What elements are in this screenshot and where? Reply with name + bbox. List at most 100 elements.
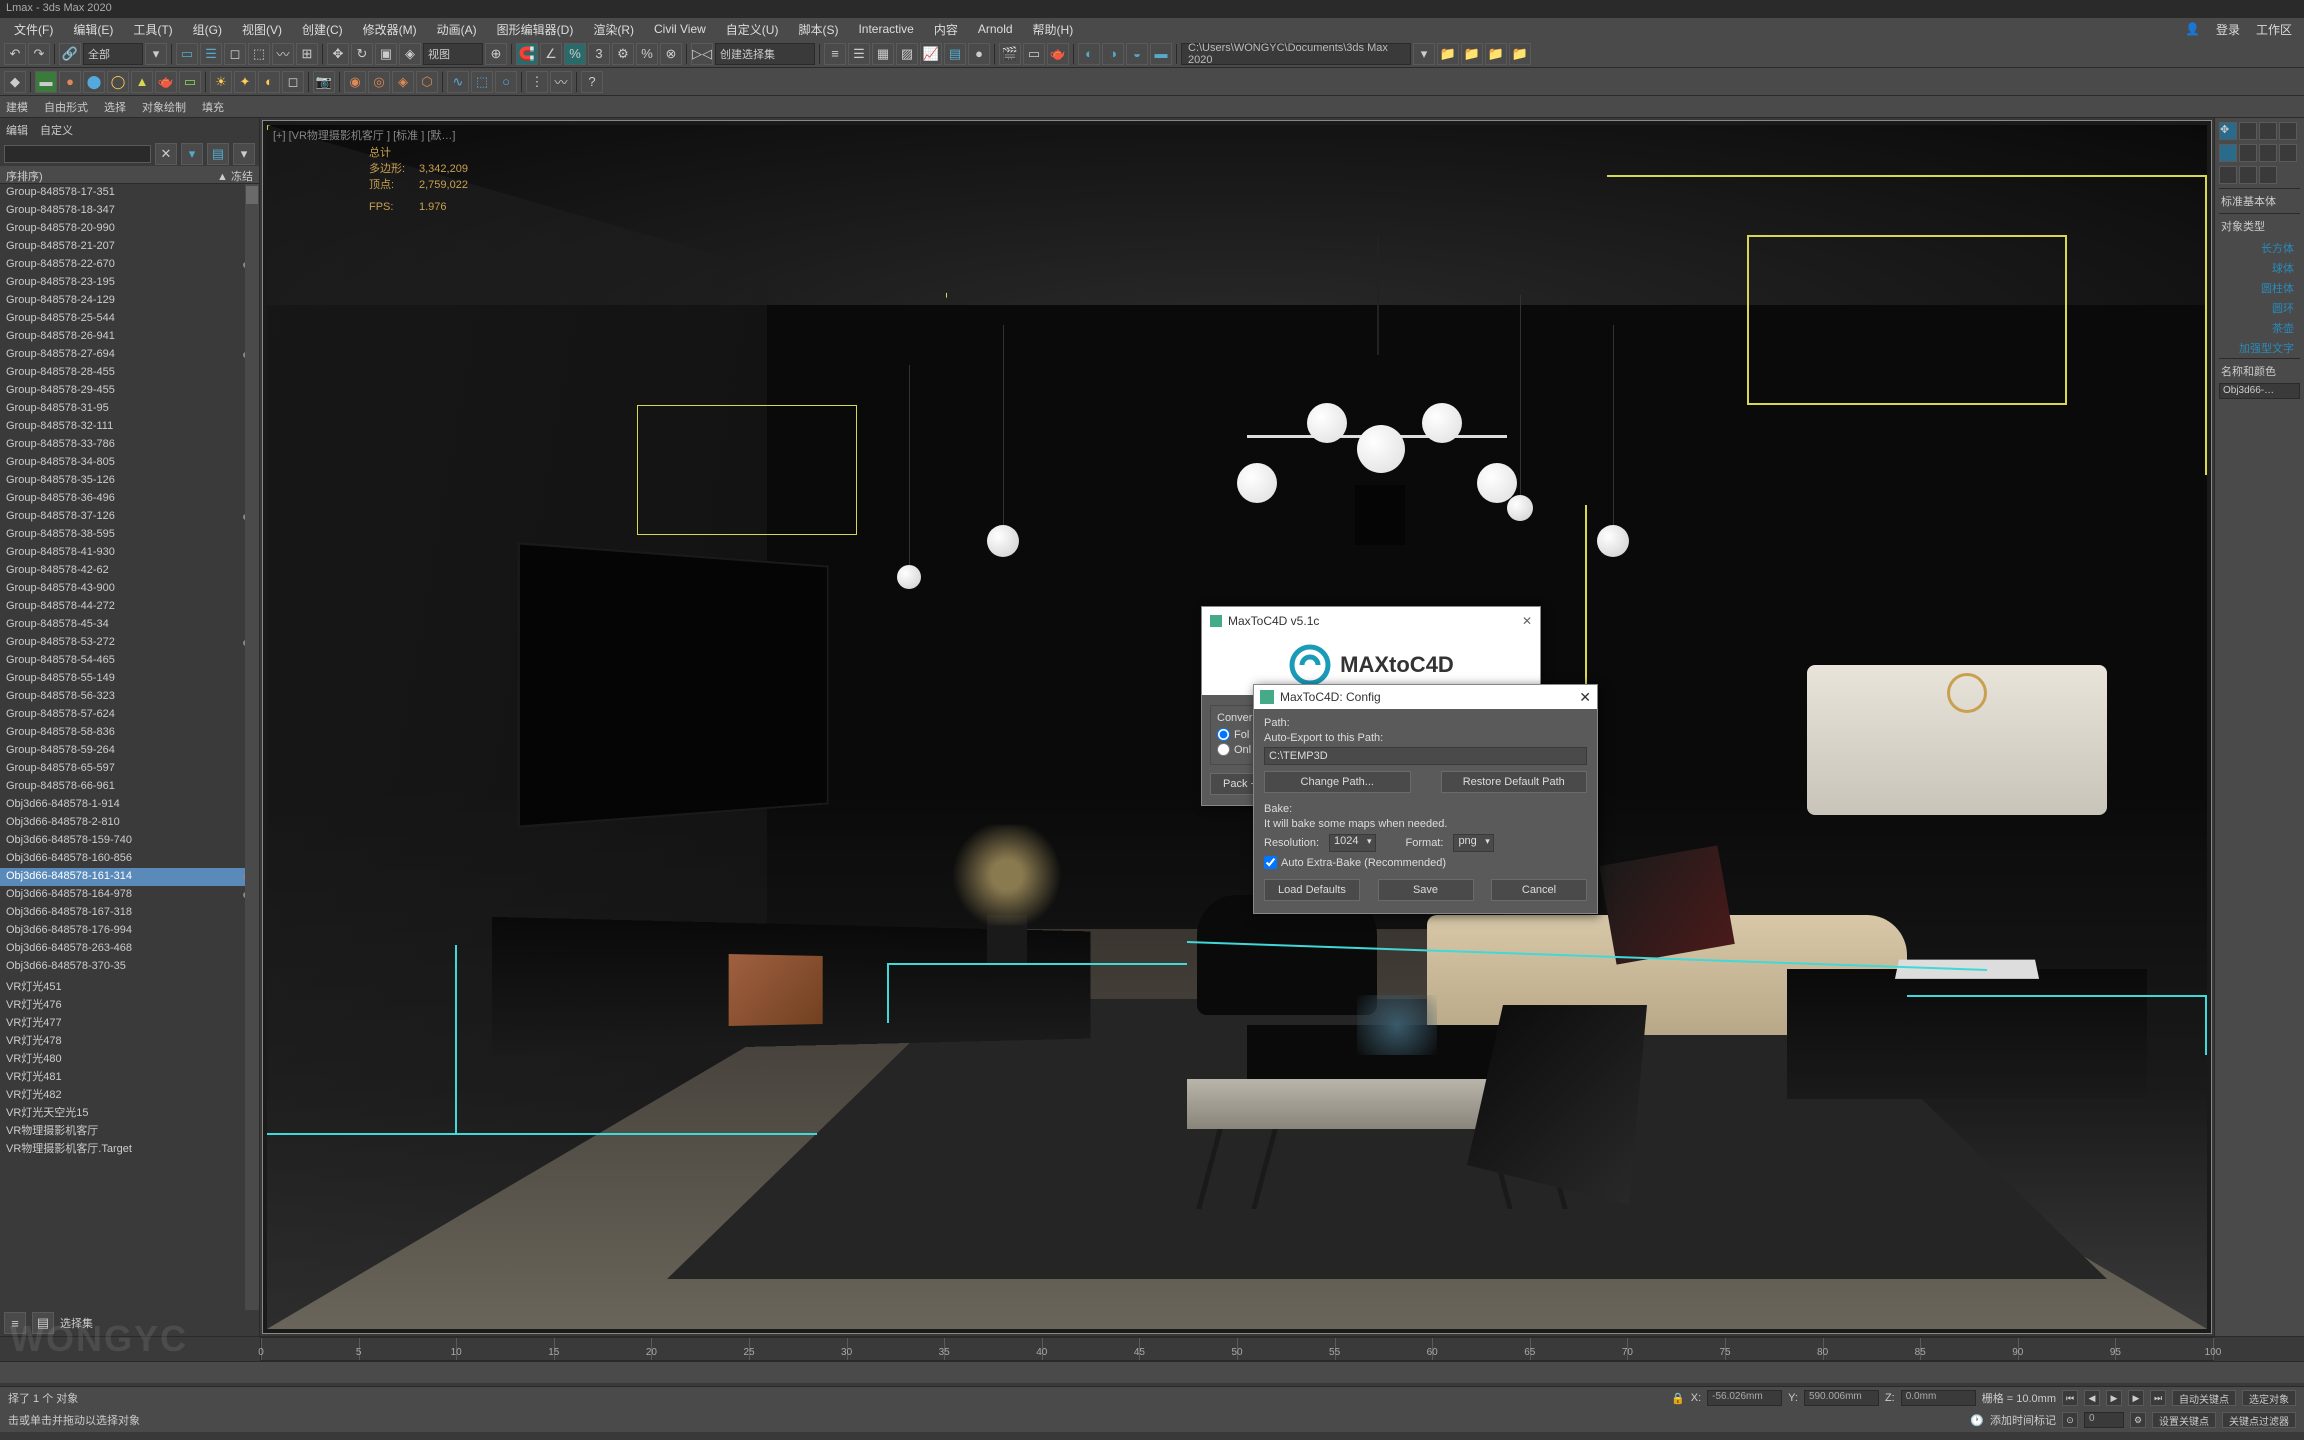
list-item[interactable]: VR灯光451 xyxy=(0,976,259,994)
search-input[interactable] xyxy=(4,145,151,163)
save-button[interactable]: Save xyxy=(1378,879,1474,901)
folder-4-button[interactable]: 📁 xyxy=(1509,43,1531,65)
cat-cameras-icon[interactable] xyxy=(2279,144,2297,162)
list-item[interactable]: Group-848578-57-624 xyxy=(0,706,259,724)
list-item[interactable]: Obj3d66-848578-161-314 xyxy=(0,868,259,886)
list-item[interactable]: Group-848578-65-597 xyxy=(0,760,259,778)
folder-2-button[interactable]: 📁 xyxy=(1461,43,1483,65)
rotate-button[interactable]: ↻ xyxy=(351,43,373,65)
list-item[interactable]: Group-848578-31-95 xyxy=(0,400,259,418)
restore-path-button[interactable]: Restore Default Path xyxy=(1441,771,1588,793)
window-crossing-button[interactable]: ⊞ xyxy=(296,43,318,65)
folder-3-button[interactable]: 📁 xyxy=(1485,43,1507,65)
add-time-tag[interactable]: 添加时间标记 xyxy=(1990,1412,2056,1428)
name-color-header[interactable]: 名称和颜色 xyxy=(2219,358,2300,383)
select-object-button[interactable]: ▭ xyxy=(176,43,198,65)
filter-1-icon[interactable]: ▾ xyxy=(181,143,203,165)
list-item[interactable]: Obj3d66-848578-370-35 xyxy=(0,958,259,976)
list-item[interactable]: Group-848578-23-195 xyxy=(0,274,259,292)
load-defaults-button[interactable]: Load Defaults xyxy=(1264,879,1360,901)
play-icon[interactable]: ▶ xyxy=(2106,1390,2122,1406)
helper-2-button[interactable]: ◎ xyxy=(368,71,390,93)
list-item[interactable]: Group-848578-35-126 xyxy=(0,472,259,490)
filter-3-icon[interactable]: ▾ xyxy=(233,143,255,165)
ribbon-freeform[interactable]: 自由形式 xyxy=(44,99,88,115)
list-item[interactable]: Group-848578-26-941 xyxy=(0,328,259,346)
prim-torus-button[interactable]: ◯ xyxy=(107,71,129,93)
list-item[interactable]: Obj3d66-848578-167-318 xyxy=(0,904,259,922)
ribbon-selection[interactable]: 选择 xyxy=(104,99,126,115)
prim-box-button[interactable]: ▬ xyxy=(35,71,57,93)
render-button[interactable]: 🫖 xyxy=(1047,43,1069,65)
axis-button[interactable]: ⊗ xyxy=(660,43,682,65)
select-rect-button[interactable]: ◻ xyxy=(224,43,246,65)
goto-end-icon[interactable]: ⏭ xyxy=(2150,1390,2166,1406)
modify-tab-icon[interactable] xyxy=(2239,122,2257,140)
menu-tools[interactable]: 工具(T) xyxy=(123,18,182,41)
redo-button[interactable]: ↷ xyxy=(28,43,50,65)
list-item[interactable]: Group-848578-32-111 xyxy=(0,418,259,436)
list-item[interactable]: Group-848578-20-990 xyxy=(0,220,259,238)
filter-2-icon[interactable]: ▤ xyxy=(207,143,229,165)
type-box[interactable]: 长方体 xyxy=(2219,238,2300,258)
list-item[interactable]: Group-848578-36-496 xyxy=(0,490,259,508)
cat-geometry-icon[interactable] xyxy=(2219,144,2237,162)
list-item[interactable]: VR灯光天空光15 xyxy=(0,1102,259,1120)
list-item[interactable]: Group-848578-58-836 xyxy=(0,724,259,742)
menu-animation[interactable]: 动画(A) xyxy=(427,18,487,41)
list-item[interactable]: VR灯光481 xyxy=(0,1066,259,1084)
helper-1-button[interactable]: ◉ xyxy=(344,71,366,93)
timeline-track[interactable] xyxy=(0,1361,2304,1383)
cat-systems-icon[interactable] xyxy=(2259,166,2277,184)
selection-set-dropdown[interactable]: 创建选择集 xyxy=(715,43,815,65)
list-item[interactable]: Group-848578-54-465 xyxy=(0,652,259,670)
list-item[interactable]: Group-848578-53-272 xyxy=(0,634,259,652)
menu-interactive[interactable]: Interactive xyxy=(848,19,923,39)
column-name[interactable]: 序排序) xyxy=(6,168,43,181)
hierarchy-tab-icon[interactable] xyxy=(2259,122,2277,140)
camera-button[interactable]: 📷 xyxy=(313,71,335,93)
toggle-1-button[interactable]: ▦ xyxy=(872,43,894,65)
list-item[interactable]: VR灯光476 xyxy=(0,994,259,1012)
frame-field[interactable]: 0 xyxy=(2084,1412,2124,1428)
light-spot-button[interactable]: ✦ xyxy=(234,71,256,93)
render-frame-button[interactable]: ▭ xyxy=(1023,43,1045,65)
snap-options-button[interactable]: ⚙ xyxy=(612,43,634,65)
menu-group[interactable]: 组(G) xyxy=(183,18,232,41)
z-coord-field[interactable]: 0.0mm xyxy=(1901,1390,1976,1406)
dialog1-close-icon[interactable]: ✕ xyxy=(1522,614,1532,628)
curve-editor-button[interactable]: 📈 xyxy=(920,43,942,65)
helper-3-button[interactable]: ◈ xyxy=(392,71,414,93)
time-tag-icon[interactable]: 🕐 xyxy=(1970,1414,1984,1427)
material-button[interactable]: ● xyxy=(968,43,990,65)
list-item[interactable]: Obj3d66-848578-176-994 xyxy=(0,922,259,940)
time-config-icon[interactable]: ⚙ xyxy=(2130,1412,2146,1428)
particle-button[interactable]: ⋮ xyxy=(526,71,548,93)
lock-icon[interactable]: 🔒 xyxy=(1671,1392,1685,1405)
tab-edit[interactable]: 编辑 xyxy=(6,122,28,138)
prim-cone-button[interactable]: ▲ xyxy=(131,71,153,93)
list-item[interactable]: VR物理摄影机客厅.Target xyxy=(0,1138,259,1156)
placement-button[interactable]: ◈ xyxy=(399,43,421,65)
menu-arnold[interactable]: Arnold xyxy=(968,19,1023,39)
x-coord-field[interactable]: -56.026mm xyxy=(1707,1390,1782,1406)
list-item[interactable]: Group-848578-27-694 xyxy=(0,346,259,364)
list-item[interactable]: Group-848578-18-347 xyxy=(0,202,259,220)
type-torus[interactable]: 圆环 xyxy=(2219,298,2300,318)
list-item[interactable]: Group-848578-41-930 xyxy=(0,544,259,562)
viewport-label[interactable]: [+] [VR物理摄影机客厅 ] [标准 ] [默…] xyxy=(273,127,455,143)
list-item[interactable]: Obj3d66-848578-160-856 xyxy=(0,850,259,868)
filter-icon[interactable]: ▾ xyxy=(145,43,167,65)
list-item[interactable]: Obj3d66-848578-159-740 xyxy=(0,832,259,850)
auto-bake-checkbox[interactable]: Auto Extra-Bake (Recommended) xyxy=(1264,856,1587,869)
workspace-dropdown[interactable]: 工作区 xyxy=(2248,18,2300,41)
list-item[interactable]: VR物理摄影机客厅 xyxy=(0,1120,259,1138)
project-path-field[interactable]: C:\Users\WONGYC\Documents\3ds Max 2020 xyxy=(1181,43,1411,65)
list-item[interactable]: Obj3d66-848578-2-810 xyxy=(0,814,259,832)
spline-1-button[interactable]: ∿ xyxy=(447,71,469,93)
light-direct-button[interactable]: ◐ xyxy=(258,71,280,93)
list-item[interactable]: Group-848578-17-351 xyxy=(0,184,259,202)
polymodel-button[interactable]: ◆ xyxy=(4,71,26,93)
vray-2-button[interactable]: ◑ xyxy=(1102,43,1124,65)
list-item[interactable]: Group-848578-24-129 xyxy=(0,292,259,310)
